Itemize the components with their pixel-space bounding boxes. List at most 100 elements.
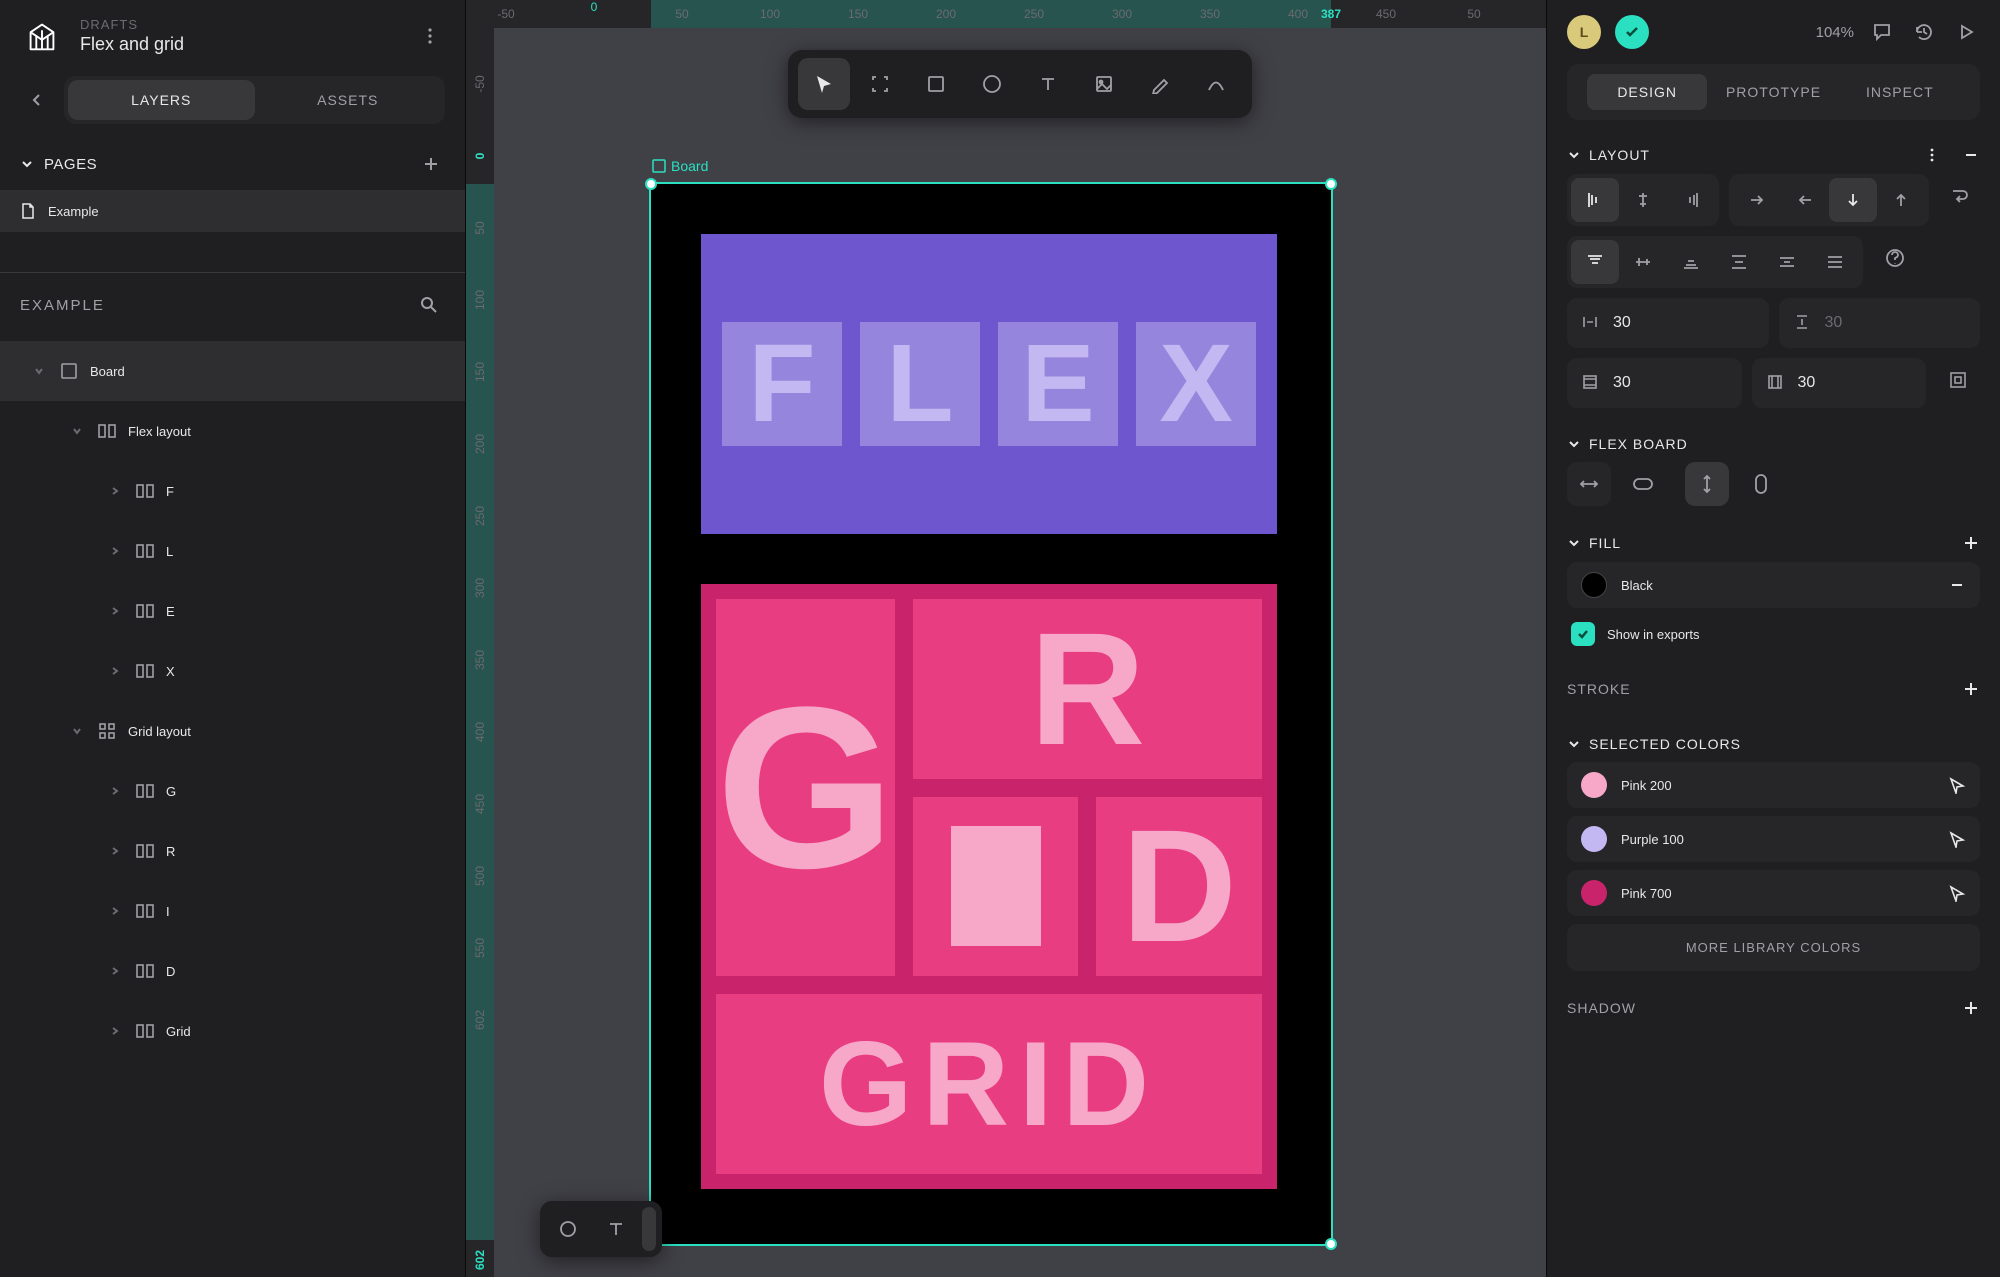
padding-v-input[interactable] [1567,358,1742,408]
layer-row-e[interactable]: E [0,581,465,641]
tab-layers[interactable]: LAYERS [68,80,255,120]
flex-layout-box[interactable]: F L E X [701,234,1277,534]
overlay-handle-icon[interactable] [642,1207,656,1251]
canvas[interactable]: -5005010015020025030035040045050387 -500… [466,0,1546,1277]
color-row-pink-700[interactable]: Pink 700 [1567,870,1980,916]
justify-between-icon[interactable] [1715,240,1763,284]
fill-color-row[interactable]: Black [1567,562,1980,608]
pen-tool-icon[interactable] [1134,58,1186,110]
grid-layout-box[interactable]: G R D GRID [701,584,1277,1189]
layer-row-l[interactable]: L [0,521,465,581]
chevron-right-icon[interactable] [106,845,124,857]
resize-handle-se[interactable] [1325,1238,1337,1250]
back-icon[interactable] [20,78,54,122]
layer-row-d[interactable]: D [0,941,465,1001]
chevron-right-icon[interactable] [106,905,124,917]
ellipse-shape-icon[interactable] [546,1207,590,1251]
flex-cell-f[interactable]: F [722,322,842,446]
tab-inspect[interactable]: INSPECT [1840,74,1960,110]
page-item[interactable]: Example [0,190,465,232]
comments-icon[interactable] [1868,18,1896,46]
tab-design[interactable]: DESIGN [1587,74,1707,110]
board-label[interactable]: Board [651,158,708,174]
chevron-down-icon[interactable] [68,725,86,737]
justify-evenly-icon[interactable] [1811,240,1859,284]
help-icon[interactable] [1873,236,1917,280]
tab-prototype[interactable]: PROTOTYPE [1713,74,1833,110]
ellipse-tool-icon[interactable] [966,58,1018,110]
add-icon[interactable] [1962,534,1980,552]
locate-icon[interactable] [1948,776,1966,794]
layer-row-x[interactable]: X [0,641,465,701]
fill-head[interactable]: FILL [1567,524,1980,562]
app-logo[interactable] [20,14,64,58]
layer-row-i[interactable]: I [0,881,465,941]
chevron-right-icon[interactable] [106,545,124,557]
chevron-down-icon[interactable] [30,365,48,377]
valign-center-icon[interactable] [1619,240,1667,284]
layer-row-board[interactable]: Board [0,341,465,401]
sync-status-icon[interactable] [1615,15,1649,49]
wrap-icon[interactable] [1939,174,1980,218]
text-tool-icon[interactable] [1022,58,1074,110]
color-swatch[interactable] [1581,826,1607,852]
direction-down-icon[interactable] [1829,178,1877,222]
direction-left-icon[interactable] [1781,178,1829,222]
individual-padding-icon[interactable] [1936,358,1980,402]
layer-row-grid[interactable]: Grid [0,1001,465,1061]
fill-swatch[interactable] [1581,572,1607,598]
chevron-right-icon[interactable] [106,665,124,677]
chevron-right-icon[interactable] [106,785,124,797]
pill-icon[interactable] [1621,462,1665,506]
search-icon[interactable] [413,289,445,321]
grid-cell-d[interactable]: D [1096,797,1262,977]
selected-colors-head[interactable]: SELECTED COLORS [1567,726,1980,762]
locate-icon[interactable] [1948,884,1966,902]
play-icon[interactable] [1952,18,1980,46]
text-shape-icon[interactable] [594,1207,638,1251]
valign-start-icon[interactable] [1571,240,1619,284]
grid-cell-r[interactable]: R [913,599,1262,779]
select-tool-icon[interactable] [798,58,850,110]
rect-tool-icon[interactable] [910,58,962,110]
justify-around-icon[interactable] [1763,240,1811,284]
color-swatch[interactable] [1581,880,1607,906]
chevron-right-icon[interactable] [106,605,124,617]
layer-row-grid-layout[interactable]: Grid layout [0,701,465,761]
artboard[interactable]: F L E X G R D GRID [651,184,1331,1244]
panel-scroll[interactable]: LAYOUT [1547,130,2000,1277]
align-start-icon[interactable] [1571,178,1619,222]
direction-right-icon[interactable] [1733,178,1781,222]
grid-cell-i[interactable] [913,797,1079,977]
add-icon[interactable] [1962,999,1980,1017]
document-title[interactable]: Flex and grid [80,34,399,55]
avatar[interactable]: L [1567,15,1601,49]
viewport[interactable]: Board F L E X G R D GRID [494,28,1546,1277]
chevron-down-icon[interactable] [68,425,86,437]
row-gap-input[interactable] [1779,298,1981,348]
flex-cell-l[interactable]: L [860,322,980,446]
flex-cell-x[interactable]: X [1136,322,1256,446]
direction-up-icon[interactable] [1877,178,1925,222]
image-tool-icon[interactable] [1078,58,1130,110]
add-icon[interactable] [1962,680,1980,698]
history-icon[interactable] [1910,18,1938,46]
resize-handle-ne[interactable] [1325,178,1337,190]
layout-head[interactable]: LAYOUT [1567,136,1980,174]
width-icon[interactable] [1567,462,1611,506]
tab-assets[interactable]: ASSETS [255,80,442,120]
padding-h-input[interactable] [1752,358,1927,408]
checkbox-icon[interactable] [1571,622,1595,646]
resize-handle-nw[interactable] [645,178,657,190]
layer-row-flex-layout[interactable]: Flex layout [0,401,465,461]
pill-vertical-icon[interactable] [1739,462,1783,506]
add-page-icon[interactable] [417,150,445,178]
valign-end-icon[interactable] [1667,240,1715,284]
locate-icon[interactable] [1948,830,1966,848]
show-exports-row[interactable]: Show in exports [1567,616,1980,652]
stroke-head[interactable]: STROKE [1567,670,1980,708]
grid-cell-g[interactable]: G [716,599,895,976]
chevron-right-icon[interactable] [106,485,124,497]
flex-board-head[interactable]: FLEX BOARD [1567,426,1980,462]
remove-icon[interactable] [1962,146,1980,164]
